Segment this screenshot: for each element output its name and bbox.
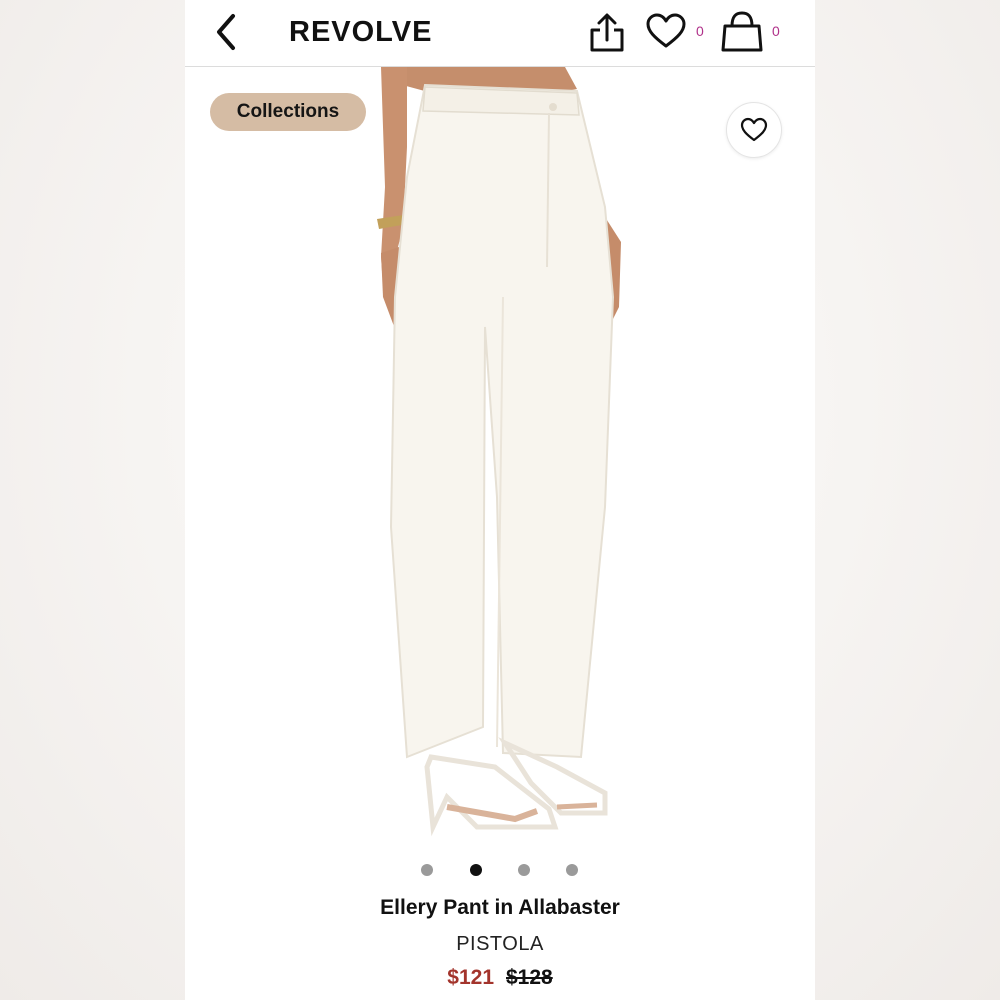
cart-count: 0 [772, 23, 780, 39]
back-button[interactable] [209, 10, 249, 54]
heart-icon [646, 13, 686, 48]
top-nav-bar: REVOLVE 0 0 [185, 0, 815, 67]
product-photo [377, 67, 621, 837]
original-price: $128 [506, 966, 553, 989]
gallery-dot-2[interactable] [470, 864, 482, 876]
wishlist-count: 0 [696, 23, 704, 39]
product-price: $121 $128 [185, 966, 815, 990]
product-title: Ellery Pant in Allabaster [380, 896, 620, 919]
collections-button[interactable]: Collections [210, 93, 366, 131]
share-icon [590, 13, 624, 52]
sale-price: $121 [447, 966, 494, 989]
cart-button[interactable] [720, 10, 764, 54]
brand-logo[interactable]: REVOLVE [289, 16, 432, 49]
gallery-dot-1[interactable] [421, 864, 433, 876]
product-designer[interactable]: PISTOLA [185, 933, 815, 956]
app-screen: REVOLVE 0 0 Collections Ellery Pant in A… [185, 0, 815, 1000]
share-button[interactable] [587, 10, 627, 54]
add-to-favorites-button[interactable] [726, 102, 782, 158]
gallery-dot-3[interactable] [518, 864, 530, 876]
product-image-gallery[interactable]: Collections [185, 67, 815, 847]
wishlist-button[interactable] [644, 10, 688, 54]
gallery-dot-4[interactable] [566, 864, 578, 876]
gallery-pagination [185, 862, 815, 878]
shopping-bag-icon [721, 11, 763, 52]
heart-icon [740, 117, 768, 142]
back-chevron-icon [217, 14, 235, 50]
